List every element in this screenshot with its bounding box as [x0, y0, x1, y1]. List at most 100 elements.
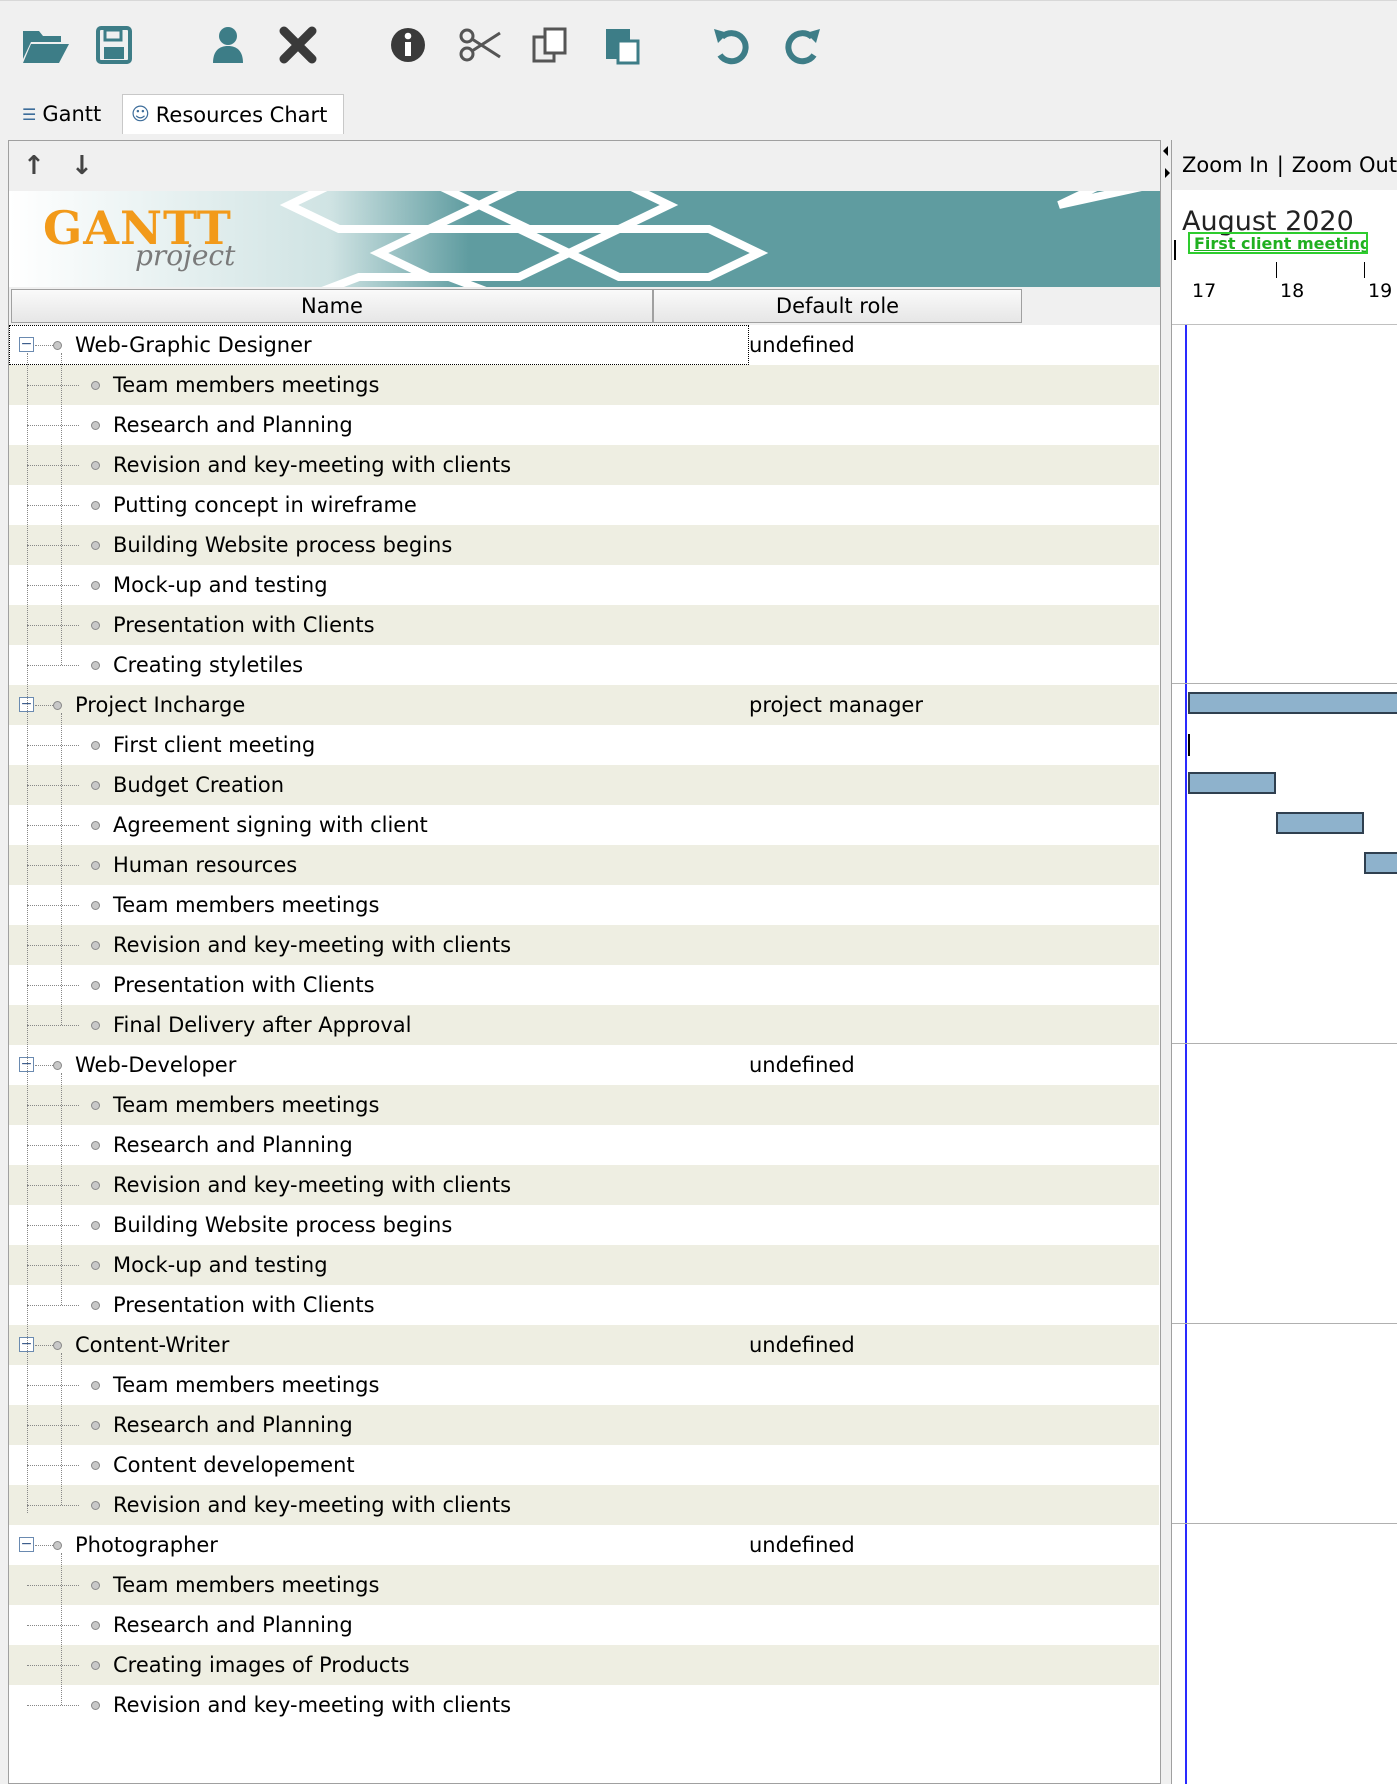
assignment-row[interactable]: Revision and key-meeting with clients: [9, 925, 1159, 965]
task-bullet-icon: [91, 981, 100, 990]
assignment-row[interactable]: Content developement: [9, 1445, 1159, 1485]
task-name: Presentation with Clients: [113, 613, 375, 637]
open-folder-icon[interactable]: [20, 15, 72, 75]
task-bar[interactable]: [1276, 812, 1364, 834]
task-name: Putting concept in wireframe: [113, 493, 417, 517]
assignment-row[interactable]: Team members meetings: [9, 1565, 1159, 1605]
assignment-row[interactable]: Mock-up and testing: [9, 565, 1159, 605]
task-bar[interactable]: [1364, 852, 1397, 874]
tab-gantt[interactable]: ☰ Gantt: [14, 94, 118, 134]
assignment-row[interactable]: Building Website process begins: [9, 1205, 1159, 1245]
info-icon[interactable]: [382, 15, 434, 75]
assignment-row[interactable]: Revision and key-meeting with clients: [9, 1485, 1159, 1525]
task-name: Revision and key-meeting with clients: [113, 933, 512, 957]
assignment-row[interactable]: Research and Planning: [9, 1405, 1159, 1445]
paste-icon[interactable]: [596, 15, 648, 75]
assignment-row[interactable]: Revision and key-meeting with clients: [9, 1165, 1159, 1205]
resource-row[interactable]: − Photographer undefined: [9, 1525, 1159, 1565]
assignment-row[interactable]: Putting concept in wireframe: [9, 485, 1159, 525]
move-up-icon[interactable]: ↑: [23, 151, 45, 181]
assignment-row[interactable]: Team members meetings: [9, 365, 1159, 405]
assignment-row[interactable]: Presentation with Clients: [9, 965, 1159, 1005]
assignment-row[interactable]: Creating images of Products: [9, 1645, 1159, 1685]
cut-icon[interactable]: [454, 15, 506, 75]
assignment-row[interactable]: Revision and key-meeting with clients: [9, 445, 1159, 485]
task-bullet-icon: [91, 1701, 100, 1710]
assignment-row[interactable]: Team members meetings: [9, 1365, 1159, 1405]
tree-connector: [27, 465, 79, 466]
assignment-row[interactable]: Research and Planning: [9, 1125, 1159, 1165]
assignment-row[interactable]: Presentation with Clients: [9, 1285, 1159, 1325]
assignment-row[interactable]: Agreement signing with client: [9, 805, 1159, 845]
assignment-row[interactable]: Mock-up and testing: [9, 1245, 1159, 1285]
toolbar: [0, 0, 1397, 93]
undo-icon[interactable]: [706, 15, 758, 75]
tree-connector: [27, 985, 79, 986]
assignment-row[interactable]: Human resources: [9, 845, 1159, 885]
resource-row[interactable]: − Project Incharge project manager: [9, 685, 1159, 725]
resource-row[interactable]: − Web-Developer undefined: [9, 1045, 1159, 1085]
resource-separator: [1172, 683, 1397, 684]
tree-connector: [27, 1625, 79, 1626]
task-name: Content developement: [113, 1453, 355, 1477]
resource-role: project manager: [749, 693, 923, 717]
task-bullet-icon: [91, 661, 100, 670]
assignment-row[interactable]: Budget Creation: [9, 765, 1159, 805]
redo-icon[interactable]: [776, 15, 828, 75]
task-name: Presentation with Clients: [113, 1293, 375, 1317]
task-bar[interactable]: [1188, 692, 1397, 714]
resource-bullet-icon: [53, 1061, 62, 1070]
resource-row[interactable]: − Content-Writer undefined: [9, 1325, 1159, 1365]
collapse-toggle-icon[interactable]: −: [19, 1537, 34, 1552]
tree-branch-line: [61, 1553, 62, 1705]
tree-connector: [27, 905, 79, 906]
tree-connector: [27, 1505, 79, 1506]
task-name: Creating styletiles: [113, 653, 304, 677]
task-name: Creating images of Products: [113, 1653, 410, 1677]
delete-icon[interactable]: [272, 15, 324, 75]
tree-connector: [35, 1065, 53, 1066]
copy-icon[interactable]: [524, 15, 576, 75]
collapse-right-icon[interactable]: [1165, 168, 1170, 178]
tab-resources-chart[interactable]: ☺ Resources Chart: [122, 94, 344, 134]
task-bullet-icon: [91, 1661, 100, 1670]
milestone-marker[interactable]: [1188, 734, 1190, 756]
assignment-row[interactable]: Research and Planning: [9, 405, 1159, 445]
tree-connector: [35, 705, 53, 706]
task-bullet-icon: [91, 1181, 100, 1190]
assignment-row[interactable]: Final Delivery after Approval: [9, 1005, 1159, 1045]
assignment-row[interactable]: Presentation with Clients: [9, 605, 1159, 645]
move-down-icon[interactable]: ↓: [71, 151, 93, 181]
resource-role: undefined: [749, 1333, 855, 1357]
resource-separator: [1172, 1043, 1397, 1044]
assignment-row[interactable]: Team members meetings: [9, 1085, 1159, 1125]
user-icon[interactable]: [202, 15, 254, 75]
tree-connector: [27, 385, 79, 386]
resource-separator: [1172, 1523, 1397, 1524]
resource-row[interactable]: − Web-Graphic Designer undefined: [9, 325, 855, 365]
task-name: Agreement signing with client: [113, 813, 428, 837]
assignment-row[interactable]: First client meeting: [9, 725, 1159, 765]
tab-resources-chart-label: Resources Chart: [155, 102, 328, 127]
task-name: Team members meetings: [113, 1373, 380, 1397]
assignment-row[interactable]: Team members meetings: [9, 885, 1159, 925]
collapse-left-icon[interactable]: [1163, 146, 1168, 156]
resource-name: Web-Developer: [75, 1053, 237, 1077]
collapse-toggle-icon[interactable]: −: [19, 337, 34, 352]
split-divider[interactable]: [1161, 140, 1171, 1784]
resource-bullet-icon: [53, 1341, 62, 1350]
task-bar[interactable]: [1188, 772, 1276, 794]
assignment-row[interactable]: Research and Planning: [9, 1605, 1159, 1645]
task-name: Research and Planning: [113, 1413, 353, 1437]
assignment-row[interactable]: Revision and key-meeting with clients: [9, 1685, 1159, 1725]
task-name: Revision and key-meeting with clients: [113, 453, 512, 477]
name-column-header[interactable]: Name: [11, 289, 653, 323]
task-bullet-icon: [91, 1141, 100, 1150]
default-role-column-header[interactable]: Default role: [653, 289, 1022, 323]
assignment-row[interactable]: Building Website process begins: [9, 525, 1159, 565]
tree-connector: [27, 1025, 79, 1026]
assignment-row[interactable]: Creating styletiles: [9, 645, 1159, 685]
tree-connector: [27, 1585, 79, 1586]
save-icon[interactable]: [88, 15, 140, 75]
tree-connector: [27, 1305, 79, 1306]
